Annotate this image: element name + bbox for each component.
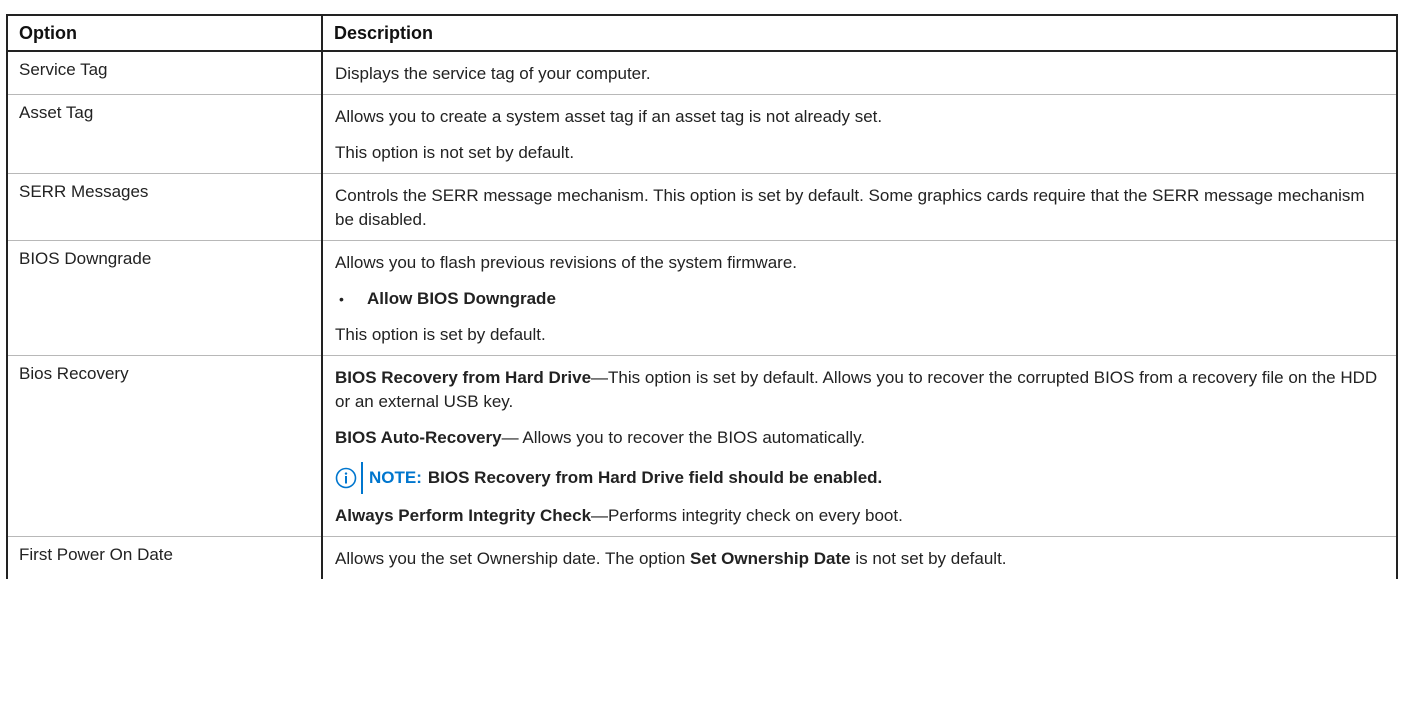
option-name-cell: SERR Messages bbox=[6, 173, 323, 241]
description-paragraph: Controls the SERR message mechanism. Thi… bbox=[335, 184, 1382, 232]
description-text: Allows you to flash previous revisions o… bbox=[335, 253, 798, 272]
option-description-cell: Displays the service tag of your compute… bbox=[321, 51, 1398, 95]
table-row: BIOS Downgrade Allows you to flash previo… bbox=[6, 240, 1398, 356]
note-text: BIOS Recovery from Hard Drive field shou… bbox=[427, 468, 883, 487]
table-header-row: Option Description bbox=[6, 14, 1398, 52]
bullet-marker: • bbox=[339, 291, 344, 307]
option-name-cell: Bios Recovery bbox=[6, 355, 323, 537]
description-column-header: Description bbox=[321, 14, 1398, 52]
option-name-cell: First Power On Date bbox=[6, 536, 323, 579]
bullet-text: Allow BIOS Downgrade bbox=[367, 289, 556, 308]
option-description-cell: Allows you to flash previous revisions o… bbox=[321, 240, 1398, 356]
table-header: Option Description bbox=[6, 14, 1398, 52]
table-row: First Power On Date Allows you the set Ow… bbox=[6, 536, 1398, 579]
option-description-cell: BIOS Recovery from Hard Drive—This optio… bbox=[321, 355, 1398, 537]
description-paragraph: BIOS Auto-Recovery— Allows you to recove… bbox=[335, 426, 1382, 450]
description-paragraph: Allows you to create a system asset tag … bbox=[335, 105, 1382, 129]
table-body: Service Tag Displays the service tag of y… bbox=[6, 51, 1398, 579]
description-paragraph: Allows you to flash previous revisions o… bbox=[335, 251, 1382, 275]
description-paragraph: Displays the service tag of your compute… bbox=[335, 62, 1382, 86]
note-callout: NOTE: BIOS Recovery from Hard Drive field… bbox=[335, 462, 1382, 494]
description-text: is not set by default. bbox=[850, 549, 1007, 568]
option-name-cell: BIOS Downgrade bbox=[6, 240, 323, 356]
table-row: Asset Tag Allows you to create a system a… bbox=[6, 94, 1398, 174]
note-label: NOTE: bbox=[369, 468, 422, 487]
option-description-cell: Allows you the set Ownership date. The o… bbox=[321, 536, 1398, 579]
description-text: Allows you to create a system asset tag … bbox=[335, 107, 883, 126]
description-paragraph: Allows you the set Ownership date. The o… bbox=[335, 547, 1382, 571]
option-name-cell: Asset Tag bbox=[6, 94, 323, 174]
option-description-cell: Allows you to create a system asset tag … bbox=[321, 94, 1398, 174]
description-text: Allows you the set Ownership date. The o… bbox=[335, 549, 690, 568]
setting-name: BIOS Recovery from Hard Drive bbox=[335, 368, 592, 387]
description-text: — Allows you to recover the BIOS automat… bbox=[501, 428, 866, 447]
description-text: This option is not set by default. bbox=[335, 143, 575, 162]
description-paragraph: This option is set by default. bbox=[335, 323, 1382, 347]
option-column-header: Option bbox=[6, 14, 323, 52]
table-row: SERR Messages Controls the SERR message m… bbox=[6, 173, 1398, 241]
description-paragraph: BIOS Recovery from Hard Drive—This optio… bbox=[335, 366, 1382, 414]
bullet-item: • Allow BIOS Downgrade bbox=[335, 287, 1382, 311]
info-circle-icon bbox=[335, 467, 357, 489]
setting-name: Set Ownership Date bbox=[690, 549, 851, 568]
description-text: Controls the SERR message mechanism. Thi… bbox=[335, 186, 1365, 229]
note-divider bbox=[361, 462, 363, 494]
table-row: Bios Recovery BIOS Recovery from Hard Dri… bbox=[6, 355, 1398, 537]
description-text: This option is set by default. bbox=[335, 325, 546, 344]
table-row: Service Tag Displays the service tag of y… bbox=[6, 51, 1398, 95]
bios-options-table: Option Description Service Tag Displays t… bbox=[6, 14, 1398, 579]
setting-name: BIOS Auto-Recovery bbox=[335, 428, 502, 447]
option-description-cell: Controls the SERR message mechanism. Thi… bbox=[321, 173, 1398, 241]
setting-name: Always Perform Integrity Check bbox=[335, 506, 592, 525]
description-paragraph: Always Perform Integrity Check—Performs … bbox=[335, 504, 1382, 528]
option-name-cell: Service Tag bbox=[6, 51, 323, 95]
description-text: Displays the service tag of your compute… bbox=[335, 64, 651, 83]
description-text: —Performs integrity check on every boot. bbox=[591, 506, 903, 525]
description-paragraph: This option is not set by default. bbox=[335, 141, 1382, 165]
